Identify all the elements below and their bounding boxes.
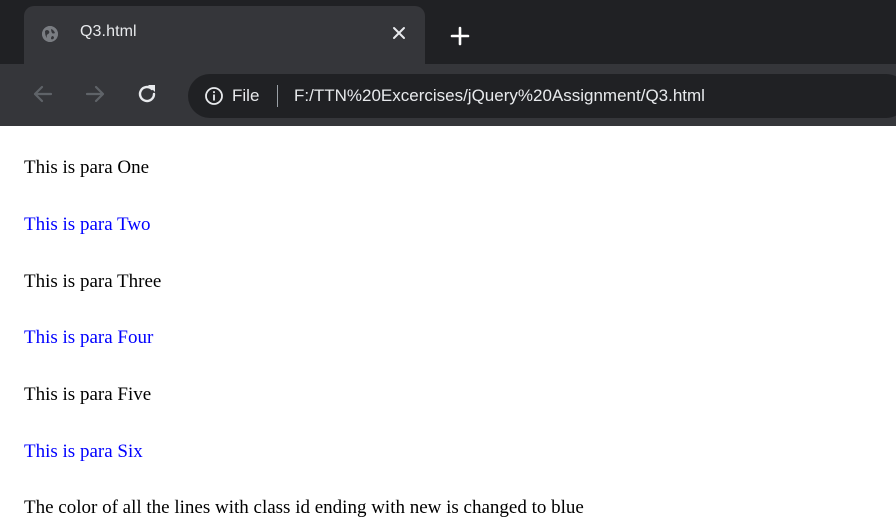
globe-icon	[42, 26, 58, 42]
para-five: This is para Five	[24, 384, 152, 405]
plus-icon[interactable]	[446, 22, 474, 50]
para-two: This is para Two	[24, 214, 151, 235]
forward-arrow-icon[interactable]	[82, 81, 108, 107]
url-text[interactable]: F:/TTN%20Excercises/jQuery%20Assignment/…	[294, 86, 705, 106]
para-one: This is para One	[24, 157, 150, 178]
back-arrow-icon[interactable]	[30, 81, 56, 107]
result-message: The color of all the lines with class id…	[24, 497, 584, 518]
address-bar[interactable]: File F:/TTN%20Excercises/jQuery%20Assign…	[188, 74, 896, 118]
browser-chrome: Q3.html File F:/TTN%20Excercises/jQuery%…	[0, 0, 896, 126]
omnibox-divider	[277, 85, 278, 107]
para-six: This is para Six	[24, 441, 143, 462]
para-three: This is para Three	[24, 271, 162, 292]
tab-strip: Q3.html	[0, 0, 896, 64]
para-four: This is para Four	[24, 327, 154, 348]
page-content: This is para One This is para Two This i…	[0, 126, 896, 524]
scheme-label: File	[232, 86, 260, 105]
tab-q3[interactable]: Q3.html	[24, 6, 425, 64]
close-icon[interactable]	[388, 22, 410, 44]
toolbar: File F:/TTN%20Excercises/jQuery%20Assign…	[0, 64, 896, 126]
tab-title: Q3.html	[80, 23, 137, 40]
info-icon[interactable]	[204, 86, 224, 106]
reload-icon[interactable]	[134, 81, 160, 107]
